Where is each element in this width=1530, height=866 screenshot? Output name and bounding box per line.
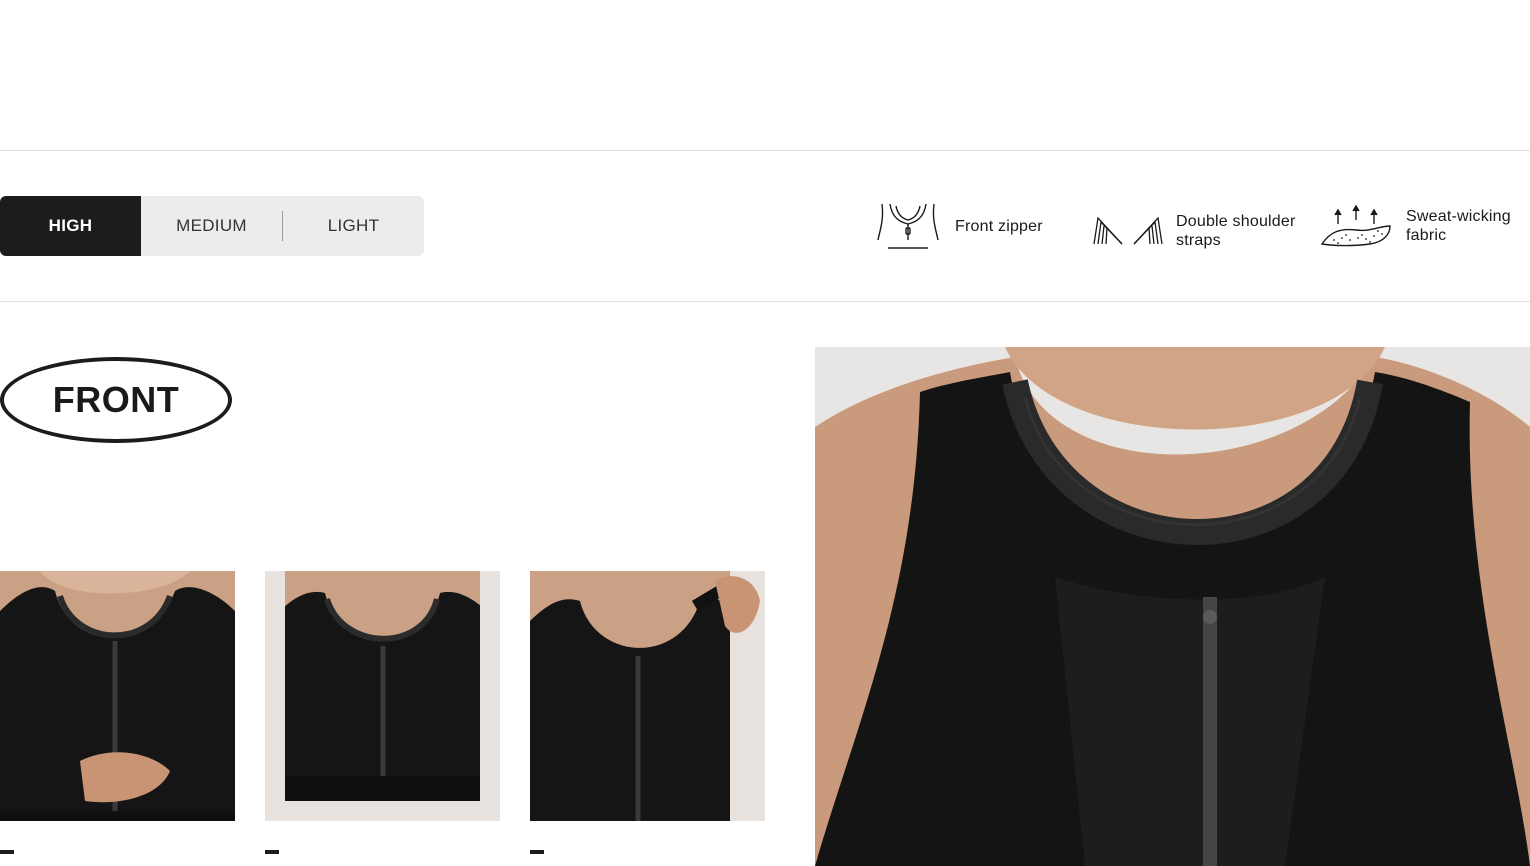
product-photo	[530, 571, 765, 821]
bottom-divider	[0, 301, 1530, 302]
double-straps-icon	[1093, 216, 1163, 245]
front-zipper-icon	[877, 203, 939, 249]
support-level-tabs: HIGH MEDIUM LIGHT	[0, 196, 424, 256]
front-badge: FRONT	[0, 357, 232, 443]
thumbnail-dash	[265, 850, 279, 854]
product-photo	[0, 571, 235, 821]
feature-front-zipper: Front zipper	[876, 200, 1043, 252]
product-photo	[265, 571, 500, 821]
tab-high[interactable]: HIGH	[0, 196, 141, 256]
tab-light[interactable]: LIGHT	[283, 196, 424, 256]
thumbnail-dash	[530, 850, 544, 854]
feature-label-line1: Double shoulder	[1176, 213, 1296, 230]
hero-product-image	[815, 347, 1530, 866]
thumbnail-zip-up[interactable]	[0, 571, 235, 821]
feature-sweat-wicking: Sweat-wicking fabric	[1320, 204, 1511, 248]
feature-double-straps: Double shoulder straps	[1092, 212, 1296, 250]
thumbnail-dash	[0, 850, 14, 854]
sweat-wicking-icon	[1320, 204, 1391, 247]
product-photo	[815, 347, 1530, 866]
feature-label: Front zipper	[955, 217, 1043, 235]
thumbnail-adjust-strap[interactable]	[530, 571, 765, 821]
thumbnail-front-view[interactable]	[265, 571, 500, 821]
feature-label-line1: Sweat-wicking	[1406, 208, 1511, 225]
feature-label-line2: fabric	[1406, 227, 1447, 244]
feature-label-line2: straps	[1176, 232, 1221, 249]
top-divider	[0, 150, 1530, 151]
tab-medium[interactable]: MEDIUM	[141, 196, 282, 256]
